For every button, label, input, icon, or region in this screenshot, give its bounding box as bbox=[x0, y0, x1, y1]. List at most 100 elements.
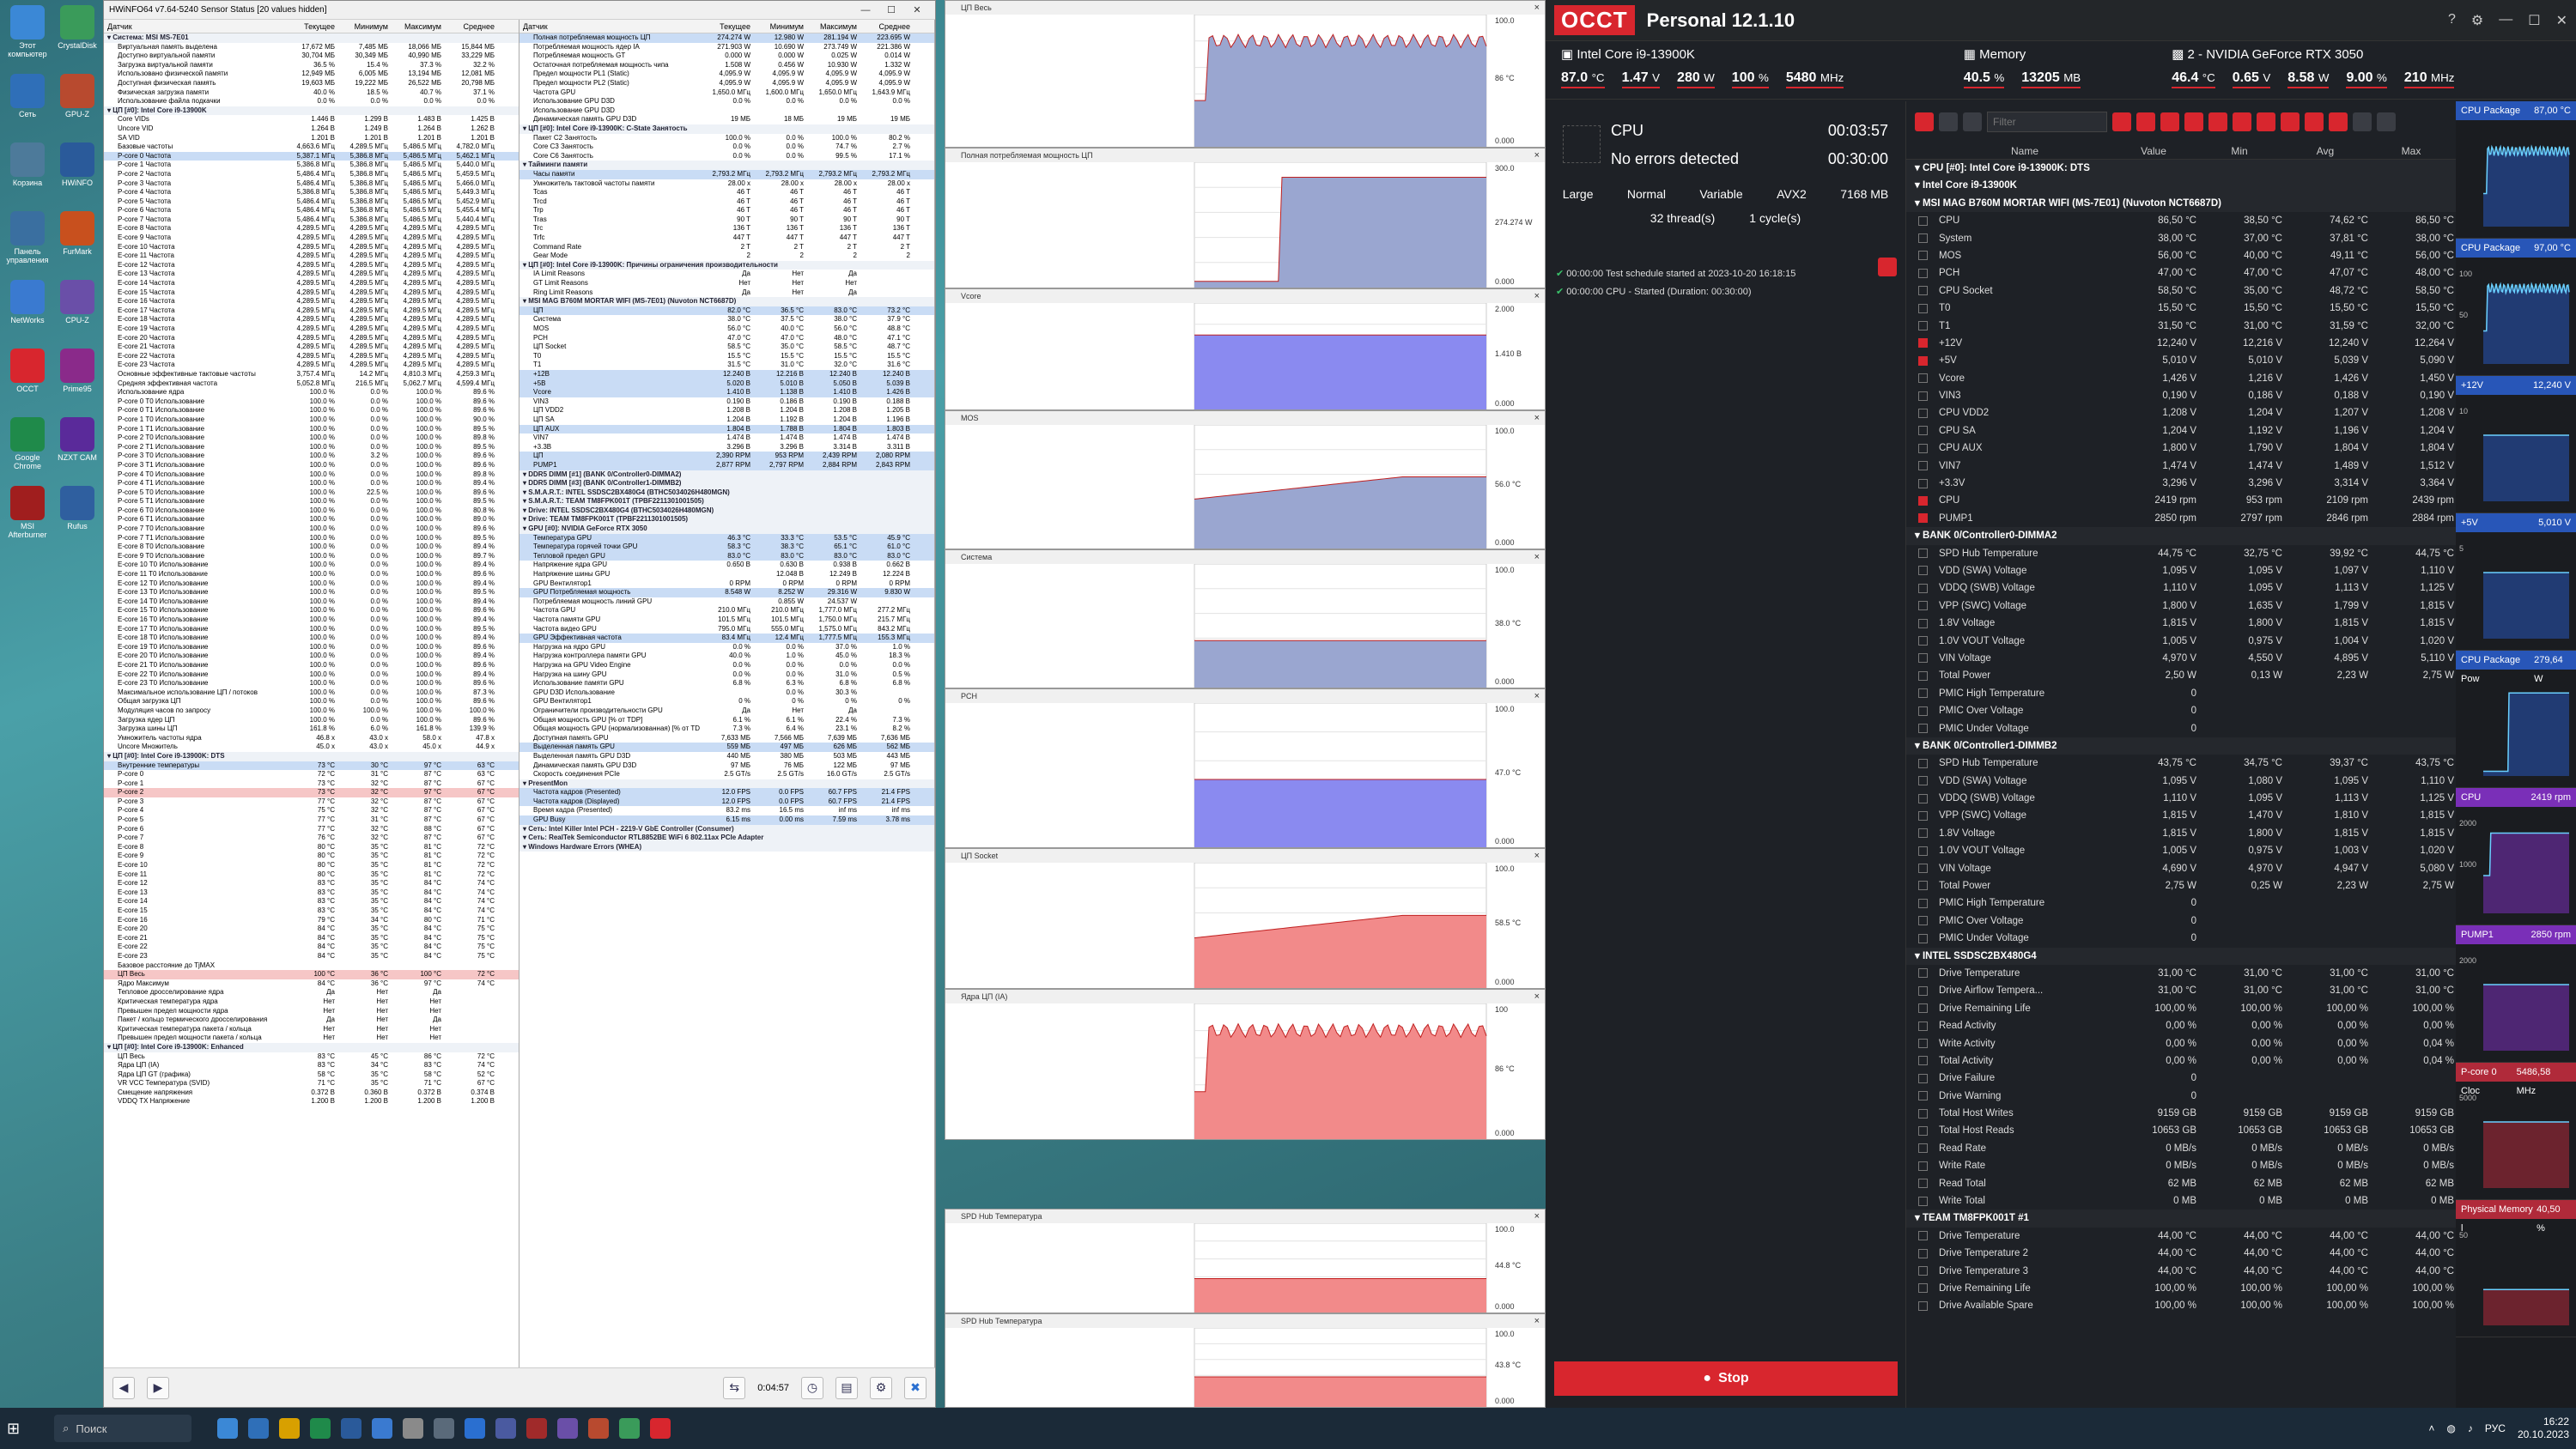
sensor-row[interactable]: Core VIDs 1.446 В 1.299 В 1.483 В 1.425 В bbox=[104, 115, 519, 124]
sensor-row[interactable]: ЦП Весь 83 °C 45 °C 86 °C 72 °C bbox=[104, 1052, 519, 1062]
sensor-row[interactable]: Ring Limit Reasons Да Нет Да bbox=[519, 288, 934, 298]
sensor-row[interactable]: P-core 7 Частота 5,486.4 МГц 5,386.8 МГц 5,… bbox=[104, 215, 519, 225]
sensor-row[interactable]: Основные эффективные тактовые частоты 3,7… bbox=[104, 370, 519, 379]
graph-checkbox[interactable] bbox=[1918, 825, 1932, 842]
column-header[interactable]: Среднее bbox=[444, 22, 497, 31]
sensor-row[interactable]: Ядро Максимум 84 °C 36 °C 97 °C 74 °C bbox=[104, 979, 519, 989]
sensor-row[interactable]: T1 31.5 °C 31.0 °C 32.0 °C 31.6 °C bbox=[519, 361, 934, 370]
sensor-row[interactable]: Нагрузка на шину GPU 0.0 % 0.0 % 31.0 % 0.5 … bbox=[519, 670, 934, 680]
column-header[interactable]: Текущее bbox=[284, 22, 337, 31]
sensor-row[interactable]: Uncore VID 1.264 В 1.249 В 1.264 В 1.262 В bbox=[104, 124, 519, 134]
sensor-row[interactable]: E-core 22 84 °C 35 °C 84 °C 75 °C bbox=[104, 943, 519, 952]
gpu-summary[interactable]: ▩ 2 - NVIDIA GeForce RTX 3050 46.4 °C 0.… bbox=[2165, 46, 2567, 88]
graph-checkbox[interactable] bbox=[1918, 492, 1932, 509]
sensor-row[interactable]: Write Rate 0 MB/s 0 MB/s 0 MB/s 0 MB/s bbox=[1906, 1157, 2456, 1174]
sensor-row[interactable]: Использовано физической памяти 12,949 МБ 6… bbox=[104, 70, 519, 79]
sensor-row[interactable]: GPU Вентилятор1 0 % 0 % 0 % 0 % bbox=[519, 697, 934, 706]
sensor-row[interactable]: P-core 5 Частота 5,486.4 МГц 5,386.8 МГц 5,… bbox=[104, 197, 519, 207]
sensor-row[interactable]: Превышен предел мощности ядра Нет Нет Нет bbox=[104, 1007, 519, 1016]
filter-cpu-icon[interactable] bbox=[2112, 112, 2131, 131]
mini-graph[interactable]: PUMP1 2850 rpm 2000 bbox=[2456, 925, 2576, 1063]
graph-checkbox[interactable] bbox=[1918, 475, 1932, 492]
sensor-row[interactable]: Total Host Writes 9159 GB 9159 GB 9159 GB 91… bbox=[1906, 1105, 2456, 1122]
sensor-row[interactable]: Command Rate 2 T2 T2 T2 T bbox=[519, 243, 934, 252]
sensor-group[interactable]: ▾ ЦП [#0]: Intel Core i9-13900K bbox=[104, 106, 519, 116]
sensor-row[interactable]: Drive Temperature 2 44,00 °C 44,00 °C 44,00… bbox=[1906, 1245, 2456, 1262]
start-icon[interactable]: ⊞ bbox=[7, 1420, 20, 1438]
sensor-row[interactable]: Температура GPU 46.3 °C 33.3 °C 53.5 °C 45.9… bbox=[519, 533, 934, 543]
sensor-row[interactable]: E-core 21 84 °C 35 °C 84 °C 75 °C bbox=[104, 934, 519, 943]
sensor-group[interactable]: ▾ ЦП [#0]: Intel Core i9-13900K: Enhance… bbox=[104, 1042, 519, 1052]
desktop-icon[interactable]: NetWorks bbox=[3, 280, 52, 333]
column-header[interactable]: Value bbox=[2111, 145, 2196, 157]
maximize-icon[interactable]: ☐ bbox=[2528, 12, 2540, 29]
sensor-row[interactable]: Использование GPU D3D 0.0 % 0.0 % 0.0 % 0.0 … bbox=[519, 97, 934, 106]
sensor-row[interactable]: SPD Hub Temperature 43,75 °C 34,75 °C 39,37… bbox=[1906, 755, 2456, 772]
sensor-row[interactable]: VIN7 1.474 В 1.474 В 1.474 В 1.474 В bbox=[519, 433, 934, 443]
sensor-row[interactable]: Средняя эффективная частота 5,052.8 МГц 21… bbox=[104, 379, 519, 389]
taskbar-app-icon[interactable] bbox=[279, 1418, 301, 1439]
sensor-row[interactable]: E-core 14 83 °C 35 °C 84 °C 74 °C bbox=[104, 897, 519, 906]
column-header[interactable]: Min bbox=[2196, 145, 2282, 157]
sensor-row[interactable]: Total Power 2,50 W 0,13 W 2,23 W 2,75 W bbox=[1906, 667, 2456, 684]
sensor-row[interactable]: E-core 19 Частота 4,289.5 МГц 4,289.5 МГц 4… bbox=[104, 324, 519, 334]
sensor-group[interactable]: ▾ TEAM TM8FPK001T #1 bbox=[1906, 1210, 2456, 1228]
sensor-row[interactable]: GPU D3D Использование 0.0 % 30.3 % bbox=[519, 688, 934, 698]
sensor-row[interactable]: Напряжение шины GPU 12.048 В 12.249 В 12.22… bbox=[519, 570, 934, 579]
sensor-row[interactable]: E-core 21 Частота 4,289.5 МГц 4,289.5 МГц 4… bbox=[104, 343, 519, 352]
taskbar-app-icon[interactable] bbox=[557, 1418, 579, 1439]
sensor-row[interactable]: E-core 19 T0 Использование 100.0 % 0.0 % 10… bbox=[104, 643, 519, 652]
sensor-row[interactable]: +12V 12,240 V 12,216 V 12,240 V 12,264 V bbox=[1906, 335, 2456, 352]
sensor-row[interactable]: E-core 15 T0 Использование 100.0 % 0.0 % 10… bbox=[104, 606, 519, 615]
column-header[interactable]: Минимум bbox=[337, 22, 391, 31]
graph-checkbox[interactable] bbox=[1918, 212, 1932, 229]
sensor-row[interactable]: PMIC High Temperature 0 bbox=[1906, 685, 2456, 702]
sensor-row[interactable]: Частота кадров (Displayed) 12.0 FPS 0.0 FP… bbox=[519, 797, 934, 807]
graph-checkbox[interactable] bbox=[1918, 912, 1932, 930]
sensor-row[interactable]: Использование GPU D3D bbox=[519, 106, 934, 116]
sensor-group[interactable]: ▾ ЦП [#0]: Intel Core i9-13900K: DTS bbox=[104, 751, 519, 761]
sensor-row[interactable]: E-core 10 T0 Использование 100.0 % 0.0 % 10… bbox=[104, 561, 519, 570]
hwinfo-sensor-pane-left[interactable]: Датчик Текущее Минимум Максимум Среднее ▾ Си… bbox=[104, 20, 519, 1367]
arrow-right-icon[interactable]: ▶ bbox=[147, 1376, 169, 1399]
sensor-row[interactable]: Напряжение ядра GPU 0.650 В 0.630 В 0.938 В… bbox=[519, 561, 934, 570]
cpu-summary[interactable]: ▣ Intel Core i9-13900K 87.0 °C 1.47 V 28… bbox=[1554, 46, 1957, 88]
desktop-icon[interactable]: FurMark bbox=[53, 211, 101, 264]
graph-window[interactable]: PCH100.047.0 °C0.000 bbox=[945, 688, 1546, 848]
sensor-row[interactable]: Доступно виртуальной памяти 30,704 МБ 30,3… bbox=[104, 52, 519, 61]
sensor-row[interactable]: E-core 12 83 °C 35 °C 84 °C 74 °C bbox=[104, 879, 519, 888]
sensor-row[interactable]: Ядра ЦП (IA) 83 °C 34 °C 83 °C 74 °C bbox=[104, 1061, 519, 1070]
graph-checkbox[interactable] bbox=[1918, 247, 1932, 264]
graph-checkbox[interactable] bbox=[1918, 458, 1932, 475]
sensor-row[interactable]: P-core 3 Частота 5,486.4 МГц 5,386.8 МГц 5,… bbox=[104, 179, 519, 189]
graph-checkbox[interactable] bbox=[1918, 404, 1932, 421]
graph-window[interactable]: SPD Hub Температура100.044.8 °C0.000 bbox=[945, 1209, 1546, 1313]
sensor-row[interactable]: Core C3 Занятость 0.0 % 0.0 % 74.7 % 2.7 % bbox=[519, 142, 934, 152]
graph-checkbox[interactable] bbox=[1918, 842, 1932, 859]
graph-window[interactable]: Ядра ЦП (IA)10086 °C0.000 bbox=[945, 989, 1546, 1140]
sensor-row[interactable]: CPU Socket 58,50 °C 35,00 °C 48,72 °C 58,50 … bbox=[1906, 282, 2456, 300]
sensor-row[interactable]: VDD (SWA) Voltage 1,095 V 1,095 V 1,097 V 1,… bbox=[1906, 562, 2456, 579]
taskbar-app-icon[interactable] bbox=[495, 1418, 517, 1439]
sensor-row[interactable]: Потребляемая мощность GT 0.000 W 0.000 W 0.… bbox=[519, 52, 934, 61]
sensor-row[interactable]: Drive Remaining Life 100,00 % 100,00 % 100,… bbox=[1906, 1280, 2456, 1297]
desktop-icon[interactable]: NZXT CAM bbox=[53, 417, 101, 470]
sensor-row[interactable]: PCH 47,00 °C 47,00 °C 47,07 °C 48,00 °C bbox=[1906, 264, 2456, 282]
sensor-row[interactable]: MOS 56.0 °C 40.0 °C 56.0 °C 48.8 °C bbox=[519, 324, 934, 334]
sensor-row[interactable]: CPU AUX 1,800 V 1,790 V 1,804 V 1,804 V bbox=[1906, 440, 2456, 457]
sensor-row[interactable]: Drive Remaining Life 100,00 % 100,00 % 100,… bbox=[1906, 1000, 2456, 1017]
graph-checkbox[interactable] bbox=[1918, 1105, 1932, 1122]
sensor-row[interactable]: Частота GPU 1,650.0 МГц 1,600.0 МГц 1,650.0… bbox=[519, 88, 934, 98]
sensor-row[interactable]: Write Total 0 MB 0 MB 0 MB 0 MB bbox=[1906, 1192, 2456, 1210]
sensor-row[interactable]: +5V 5,010 V 5,010 V 5,039 V 5,090 V bbox=[1906, 352, 2456, 369]
graph-checkbox[interactable] bbox=[1918, 1000, 1932, 1017]
graph-checkbox[interactable] bbox=[1918, 1035, 1932, 1052]
sensor-row[interactable]: P-core 4 T1 Использование 100.0 % 0.0 % 100… bbox=[104, 479, 519, 488]
sensor-row[interactable]: Часы памяти 2,793.2 МГц 2,793.2 МГц 2,793.2… bbox=[519, 169, 934, 179]
sensor-row[interactable]: Drive Available Spare 100,00 % 100,00 % 100… bbox=[1906, 1297, 2456, 1314]
sensor-row[interactable]: E-core 20 T0 Использование 100.0 % 0.0 % 10… bbox=[104, 652, 519, 661]
sensor-row[interactable]: Максимальное использование ЦП / потоков 1… bbox=[104, 688, 519, 698]
sensor-row[interactable]: E-core 16 79 °C 34 °C 80 °C 71 °C bbox=[104, 916, 519, 925]
sensor-row[interactable]: GPU Вентилятор1 0 RPM 0 RPM 0 RPM 0 RPM bbox=[519, 579, 934, 589]
sensor-row[interactable]: Умножитель частоты ядра 46.8 x 43.0 x 58.0 … bbox=[104, 734, 519, 743]
